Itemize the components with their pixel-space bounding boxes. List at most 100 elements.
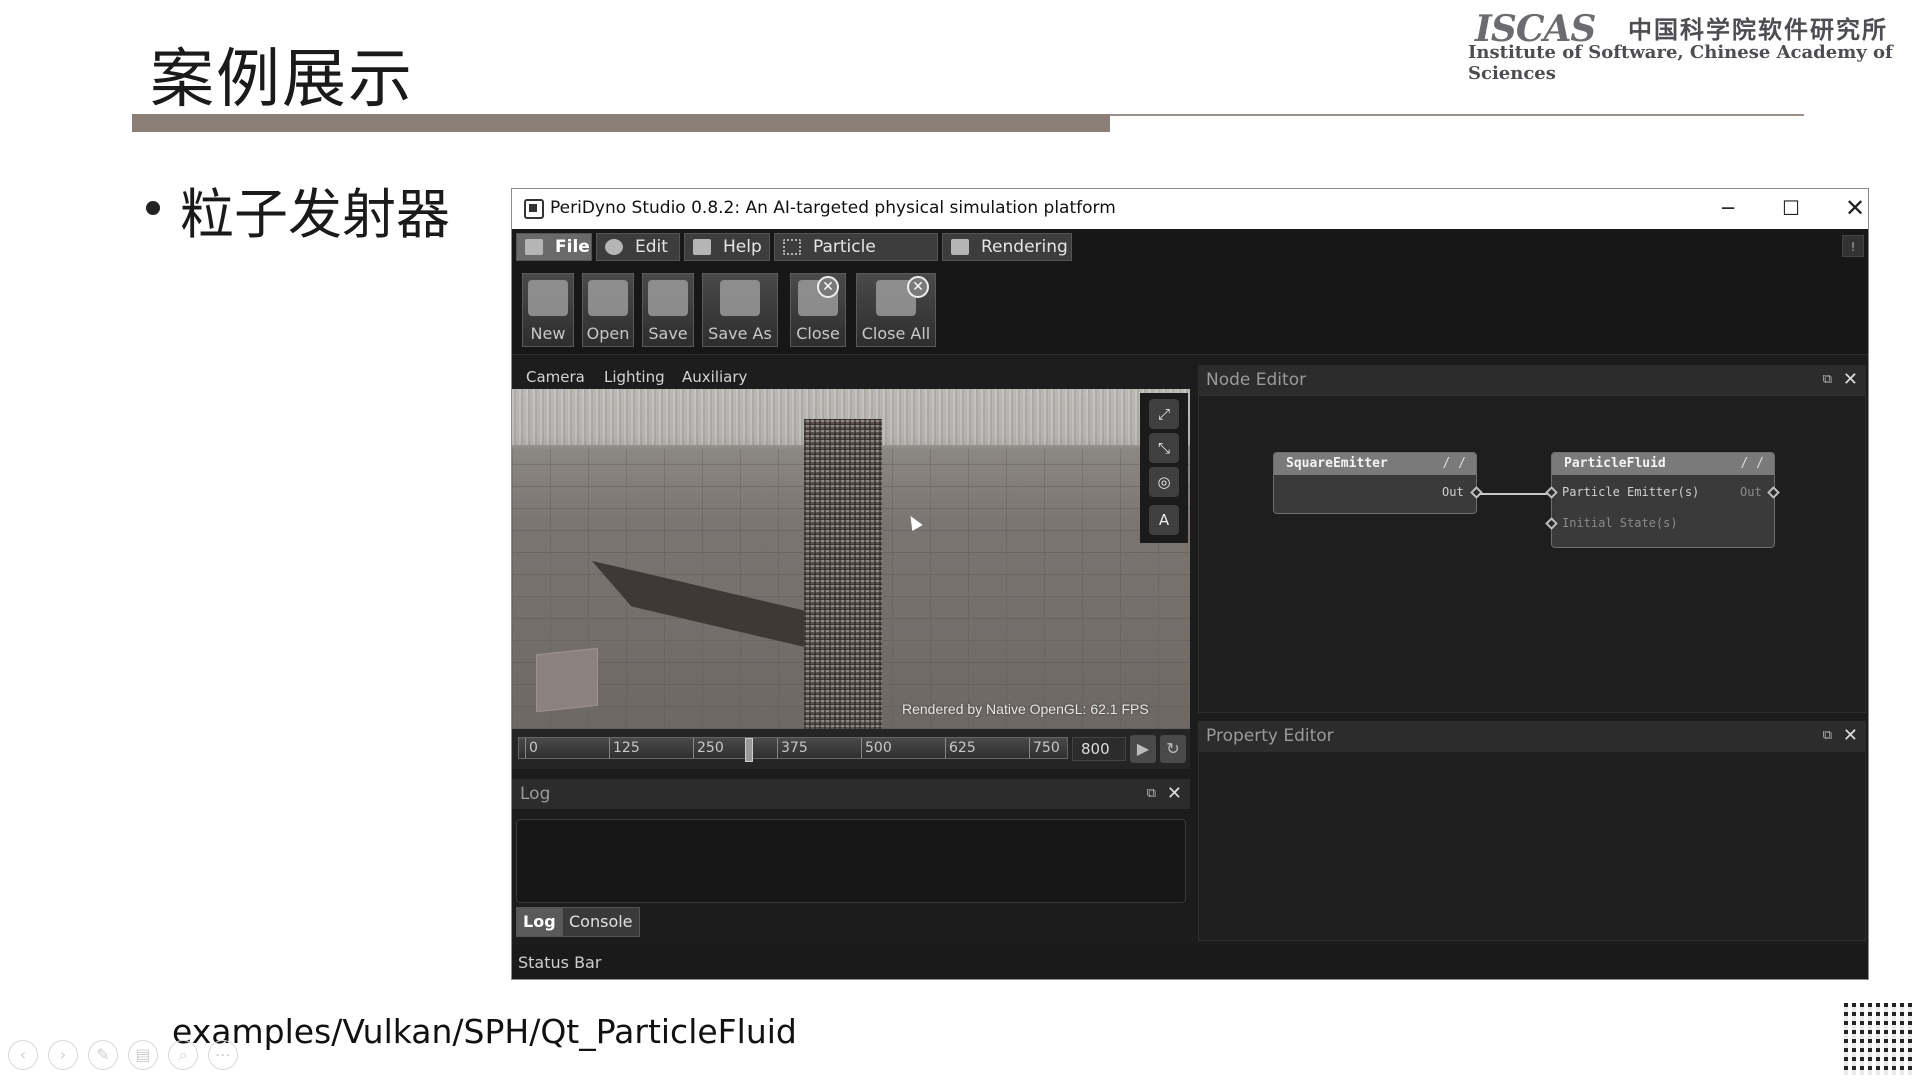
- status-bar: Status Bar: [512, 945, 1868, 979]
- tick-label: 125: [609, 738, 640, 758]
- tab-label: Edit: [635, 237, 668, 257]
- close-window-button[interactable]: ✕: [1832, 193, 1868, 225]
- monitor-icon: [951, 239, 969, 255]
- maximize-button[interactable]: ☐: [1768, 193, 1814, 225]
- window-titlebar[interactable]: PeriDyno Studio 0.8.2: An AI-targeted ph…: [512, 189, 1868, 229]
- close-all-button[interactable]: ✕ Close All: [856, 273, 936, 347]
- window-title: PeriDyno Studio 0.8.2: An AI-targeted ph…: [550, 198, 1116, 218]
- prev-slide-icon[interactable]: ‹: [8, 1040, 38, 1070]
- node-flags-icon: / /: [1442, 456, 1466, 471]
- 3d-viewport[interactable]: Rendered by Native OpenGL: 62.1 FPS: [512, 389, 1190, 729]
- tick-label: 375: [777, 738, 808, 758]
- input-port-label: Particle Emitter(s): [1562, 485, 1700, 499]
- log-output[interactable]: [516, 819, 1186, 903]
- node-name: ParticleFluid: [1564, 456, 1666, 471]
- gear-icon: [605, 239, 623, 255]
- bullet-dot: [146, 201, 160, 216]
- open-label: Open: [586, 324, 630, 343]
- render-info: Rendered by Native OpenGL: 62.1 FPS: [902, 701, 1149, 717]
- tab-file[interactable]: File: [516, 233, 592, 261]
- tab-rendering[interactable]: Rendering: [942, 233, 1072, 261]
- minimize-button[interactable]: ─: [1705, 193, 1751, 225]
- close-x-icon: ✕: [817, 276, 839, 298]
- float-icon[interactable]: ⧉: [1823, 365, 1832, 395]
- reset-icon[interactable]: ↻: [1160, 735, 1186, 763]
- tab-edit[interactable]: Edit: [596, 233, 680, 261]
- output-port-label: Out: [1740, 485, 1762, 499]
- pen-icon[interactable]: ✎: [88, 1040, 118, 1070]
- node-title: SquareEmitter / /: [1274, 453, 1476, 475]
- more-icon[interactable]: ⋯: [208, 1040, 238, 1070]
- tab-label: File: [555, 237, 590, 257]
- property-editor-header: Property Editor ⧉ ✕: [1198, 721, 1866, 751]
- close-label: Close: [796, 324, 840, 343]
- next-slide-icon[interactable]: ›: [48, 1040, 78, 1070]
- org-name-chinese: 中国科学院软件研究所: [1628, 15, 1888, 44]
- frame-count-spinbox[interactable]: 800: [1072, 737, 1126, 761]
- float-icon[interactable]: ⧉: [1147, 779, 1156, 809]
- float-icon[interactable]: ⧉: [1823, 721, 1832, 751]
- input-port[interactable]: [1545, 517, 1558, 530]
- save-button[interactable]: Save: [642, 273, 694, 347]
- new-label: New: [530, 324, 566, 343]
- title-underline-line: [1110, 114, 1804, 116]
- log-panel-header: Log ⧉ ✕: [512, 779, 1190, 809]
- axis-a-icon[interactable]: A: [1149, 505, 1179, 535]
- node-particle-fluid[interactable]: ParticleFluid / / Particle Emitter(s) Out…: [1545, 452, 1780, 548]
- timeline-handle[interactable]: [745, 738, 753, 762]
- menu-lighting[interactable]: Lighting: [604, 368, 665, 386]
- book-icon: [693, 239, 711, 255]
- timeline-slider[interactable]: 0 125 250 375 500 625 750: [518, 737, 1068, 762]
- tab-help[interactable]: Help: [684, 233, 770, 261]
- emitter-cube: [536, 647, 598, 713]
- bullet-item: 粒子发射器: [146, 170, 450, 249]
- node-square-emitter[interactable]: SquareEmitter / / Out: [1273, 452, 1483, 514]
- tab-log[interactable]: Log: [516, 907, 563, 937]
- close-icon[interactable]: ✕: [1843, 721, 1858, 751]
- node-connection: [1479, 493, 1549, 495]
- slides-icon[interactable]: ▤: [128, 1040, 158, 1070]
- iscas-logo: ISCAS: [1475, 8, 1596, 50]
- input-port[interactable]: [1545, 486, 1558, 499]
- menu-auxiliary[interactable]: Auxiliary: [682, 368, 747, 386]
- particle-column: [804, 419, 882, 729]
- node-flags-icon: / /: [1740, 456, 1764, 471]
- title-underline-bar: [132, 114, 1110, 132]
- node-editor-header: Node Editor ⧉ ✕: [1198, 365, 1866, 395]
- tick-label: 625: [945, 738, 976, 758]
- close-icon[interactable]: ✕: [1843, 365, 1858, 395]
- particles-icon: [783, 239, 801, 255]
- app-icon: [524, 199, 544, 219]
- output-port[interactable]: [1767, 486, 1780, 499]
- bullet-text: 粒子发射器: [180, 183, 450, 246]
- viewport-menu: Camera Lighting Auxiliary: [512, 365, 1190, 389]
- tick-label: 250: [693, 738, 724, 758]
- node-editor-canvas[interactable]: SquareEmitter / / Out ParticleFluid / / Pa…: [1198, 395, 1866, 713]
- close-icon[interactable]: ✕: [1167, 779, 1182, 809]
- property-editor-body[interactable]: [1198, 751, 1866, 941]
- menu-camera[interactable]: Camera: [526, 368, 585, 386]
- property-editor-title: Property Editor: [1206, 726, 1334, 746]
- camera-toolbar: ⤢ ⤡ ◎ A: [1140, 393, 1188, 543]
- save-as-button[interactable]: Save As: [702, 273, 778, 347]
- zoom-icon[interactable]: ⌕: [168, 1040, 198, 1070]
- org-name-english: Institute of Software, Chinese Academy o…: [1468, 42, 1893, 84]
- close-scene-button[interactable]: ✕ Close: [790, 273, 846, 347]
- zoom-icon[interactable]: ⤡: [1149, 433, 1179, 463]
- play-icon[interactable]: ▶: [1130, 735, 1156, 763]
- node-name: SquareEmitter: [1286, 456, 1388, 471]
- log-panel-title: Log: [520, 784, 551, 804]
- save-as-label: Save As: [708, 324, 772, 343]
- open-button[interactable]: Open: [582, 273, 634, 347]
- menu-bar: File Edit Help Particle System Rendering…: [512, 229, 1868, 283]
- tab-console[interactable]: Console: [562, 907, 640, 937]
- globe-icon[interactable]: ◎: [1149, 467, 1179, 497]
- toolbar: New Open Save Save As ✕ Close ✕ Close Al…: [512, 265, 1868, 355]
- output-port-label: Out: [1442, 485, 1464, 499]
- corner-button[interactable]: !: [1842, 235, 1864, 257]
- close-all-label: Close All: [861, 324, 931, 343]
- tab-label: Help: [723, 237, 762, 257]
- new-button[interactable]: New: [522, 273, 574, 347]
- fit-view-icon[interactable]: ⤢: [1149, 399, 1179, 429]
- tab-particle-system[interactable]: Particle System: [774, 233, 938, 283]
